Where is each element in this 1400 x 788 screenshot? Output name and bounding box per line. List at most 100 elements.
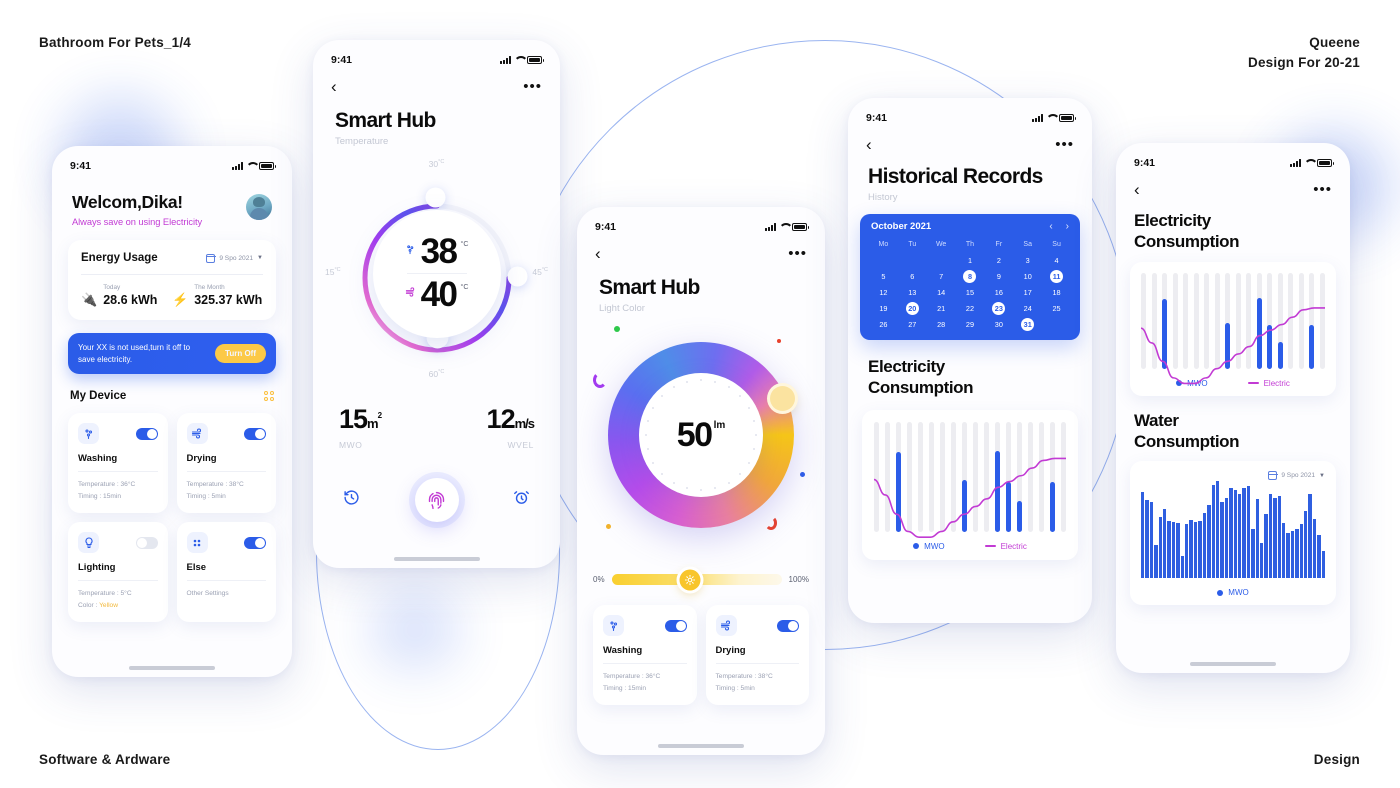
electricity-title-line-2: Consumption bbox=[1134, 232, 1240, 252]
device-toggle-washing[interactable] bbox=[664, 619, 687, 632]
calendar-day[interactable]: 25 bbox=[1042, 302, 1071, 315]
color-wheel[interactable]: 50 lm bbox=[608, 342, 795, 528]
calendar-day[interactable]: 12 bbox=[869, 286, 898, 299]
energy-usage-title: Energy Usage bbox=[81, 252, 158, 264]
device-meta-2: Timing : 15min bbox=[603, 684, 646, 692]
date-selector[interactable]: 9 Spo 2021 ▼ bbox=[1268, 471, 1325, 480]
dial-readout-bottom: 40 °C bbox=[405, 277, 469, 312]
calendar-day[interactable]: 15 bbox=[956, 286, 985, 299]
device-toggle-lighting[interactable] bbox=[135, 536, 158, 549]
wifi-icon bbox=[514, 56, 524, 64]
temperature-dial[interactable]: 30°C 15°C 45°C 60°C 38 °C 40 °C bbox=[313, 151, 560, 396]
turn-off-button[interactable]: Turn Off bbox=[215, 344, 266, 364]
calendar-day[interactable]: 31 bbox=[1013, 318, 1042, 331]
calendar-day[interactable]: 27 bbox=[898, 318, 927, 331]
calendar-day[interactable]: 10 bbox=[1013, 270, 1042, 283]
water-chart-bar bbox=[1211, 484, 1215, 578]
calendar-day[interactable]: 24 bbox=[1013, 302, 1042, 315]
calendar-day[interactable]: 2 bbox=[984, 254, 1013, 267]
calendar-day[interactable]: 23 bbox=[984, 302, 1013, 315]
more-options-icon[interactable]: ••• bbox=[1055, 137, 1074, 152]
device-toggle-drying[interactable] bbox=[777, 619, 799, 632]
calendar-day[interactable]: 6 bbox=[898, 270, 927, 283]
home-indicator bbox=[393, 557, 480, 561]
calendar-day[interactable]: 28 bbox=[927, 318, 956, 331]
device-card-washing[interactable]: Washing Temperature : 36°C Timing : 15mi… bbox=[593, 605, 697, 706]
legend-item-mwo: MWO bbox=[1217, 588, 1249, 597]
calendar-day[interactable]: 21 bbox=[927, 302, 956, 315]
battery-icon bbox=[527, 56, 544, 64]
nav-bar: ‹ ••• bbox=[577, 239, 825, 262]
device-card-drying[interactable]: Drying Temperature : 38°C Timing : 5min bbox=[176, 413, 276, 514]
phone-screen-smart-hub-temperature: 9:41 ‹ ••• Smart Hub Temperature 30°C 15… bbox=[313, 40, 560, 568]
calendar-widget[interactable]: October 2021 ‹ › Mo Tu We Th Fr Sa Su 1 2 3 4 5 6 7 8 9… bbox=[860, 214, 1080, 340]
brightness-slider[interactable]: 0% 100% bbox=[577, 569, 825, 590]
alarm-icon[interactable] bbox=[513, 489, 530, 511]
calendar-day[interactable]: 1 bbox=[956, 254, 985, 267]
chart-title: Electricity Consumption bbox=[848, 340, 1092, 399]
temperature-value-top: 38 bbox=[420, 231, 458, 271]
calendar-day[interactable]: 18 bbox=[1042, 286, 1071, 299]
back-icon[interactable]: ‹ bbox=[866, 136, 872, 153]
calendar-day[interactable]: 11 bbox=[1042, 270, 1071, 283]
calendar-day[interactable]: 26 bbox=[869, 318, 898, 331]
calendar-day[interactable]: 5 bbox=[869, 270, 898, 283]
dial-handle-upper[interactable] bbox=[428, 190, 443, 205]
water-chart-bar bbox=[1193, 522, 1198, 578]
device-card-else[interactable]: Else Other Settings bbox=[176, 522, 276, 623]
calendar-day[interactable]: 17 bbox=[1013, 286, 1042, 299]
more-options-icon[interactable]: ••• bbox=[788, 246, 807, 261]
stat-mwo: 15m2 MWO bbox=[339, 404, 382, 450]
grid-view-icon[interactable] bbox=[263, 390, 274, 402]
device-meta: Temperature : 36°C Timing : 15min bbox=[603, 671, 687, 694]
brightness-track[interactable] bbox=[611, 569, 782, 590]
device-toggle-else[interactable] bbox=[244, 536, 266, 549]
device-card-lighting[interactable]: Lighting Temperature : 5°C Color : Yello… bbox=[68, 522, 168, 623]
device-card-washing[interactable]: Washing Temperature : 36°C Timing : 15mi… bbox=[68, 413, 168, 514]
calendar-day[interactable]: 29 bbox=[956, 318, 985, 331]
device-toggle-drying[interactable] bbox=[244, 427, 266, 440]
calendar-prev-button[interactable]: ‹ bbox=[1049, 221, 1052, 232]
calendar-header: October 2021 ‹ › bbox=[869, 221, 1071, 238]
calendar-day[interactable]: 14 bbox=[927, 286, 956, 299]
calendar-day[interactable]: 4 bbox=[1042, 254, 1071, 267]
calendar-day[interactable]: 8 bbox=[956, 270, 985, 283]
back-icon[interactable]: ‹ bbox=[331, 78, 337, 95]
calendar-day[interactable]: 30 bbox=[984, 318, 1013, 331]
calendar-day[interactable]: 16 bbox=[984, 286, 1013, 299]
calendar-day[interactable]: 7 bbox=[927, 270, 956, 283]
brightness-min-label: 0% bbox=[593, 575, 605, 584]
more-options-icon[interactable]: ••• bbox=[1313, 182, 1332, 197]
calendar-grid[interactable]: Mo Tu We Th Fr Sa Su 1 2 3 4 5 6 7 8 9 10 11 12 13 14 15 16 17 1… bbox=[869, 238, 1071, 331]
stat-mwo-unit: m bbox=[367, 416, 379, 431]
color-wheel-area[interactable]: 50 lm bbox=[577, 320, 825, 572]
device-card-header bbox=[603, 615, 687, 636]
device-card-drying[interactable]: Drying Temperature : 38°C Timing : 5min bbox=[705, 605, 809, 706]
temperature-unit-bottom: °C bbox=[460, 284, 469, 291]
avatar[interactable] bbox=[246, 194, 272, 220]
color-wheel-handle[interactable] bbox=[770, 386, 795, 411]
water-chart-bar bbox=[1312, 519, 1317, 578]
status-time: 9:41 bbox=[595, 221, 617, 233]
brightness-handle[interactable] bbox=[679, 569, 701, 590]
fingerprint-button[interactable] bbox=[414, 478, 459, 522]
calendar-day[interactable]: 20 bbox=[898, 302, 927, 315]
dial-handle-lower[interactable] bbox=[510, 269, 525, 284]
back-icon[interactable]: ‹ bbox=[1134, 181, 1140, 198]
more-options-icon[interactable]: ••• bbox=[523, 79, 542, 94]
energy-usage-card: Energy Usage 9 Spo 2021 ▼ 🔌 Today 28.6 k… bbox=[68, 240, 276, 320]
back-icon[interactable]: ‹ bbox=[595, 245, 601, 262]
device-toggle-washing[interactable] bbox=[135, 427, 158, 440]
date-selector[interactable]: 9 Spo 2021 ▼ bbox=[206, 253, 263, 263]
calendar-day[interactable]: 9 bbox=[984, 270, 1013, 283]
calendar-next-button[interactable]: › bbox=[1066, 221, 1069, 232]
chart-title-line-2: Consumption bbox=[868, 378, 974, 398]
calendar-day[interactable]: 13 bbox=[898, 286, 927, 299]
calendar-day[interactable]: 22 bbox=[956, 302, 985, 315]
history-icon[interactable] bbox=[343, 489, 360, 511]
calendar-day[interactable]: 19 bbox=[869, 302, 898, 315]
dial-label-left: 15°C bbox=[325, 267, 341, 277]
calendar-day[interactable]: 3 bbox=[1013, 254, 1042, 267]
calendar-dow: Su bbox=[1052, 241, 1061, 248]
energy-stats: 🔌 Today 28.6 kWh ⚡ The Month 325.37 kWh bbox=[81, 284, 263, 307]
